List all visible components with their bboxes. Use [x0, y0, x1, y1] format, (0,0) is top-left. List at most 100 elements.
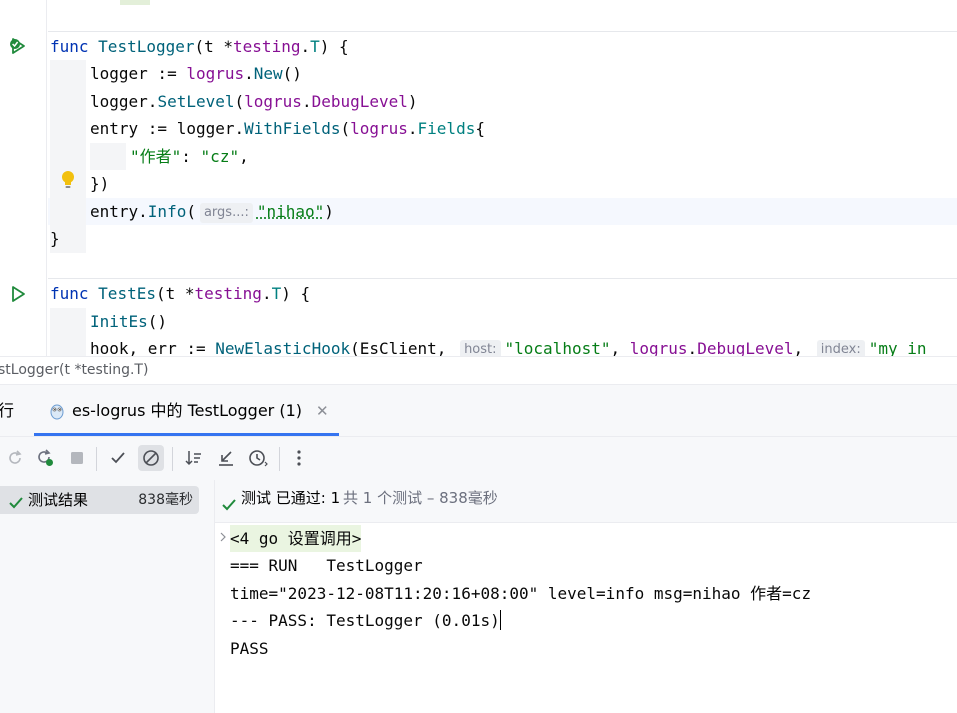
function-call: InitEs — [90, 312, 148, 331]
function-name: TestEs — [98, 284, 156, 303]
code-text: entry := logger. — [90, 119, 245, 138]
code-text: logger := — [90, 64, 187, 83]
toolbar-separator — [172, 447, 173, 471]
package-name: logrus — [244, 92, 302, 111]
import-tests-icon[interactable] — [213, 445, 239, 471]
code-line: entry := logger.WithFields(logrus.Fields… — [90, 115, 485, 142]
code-text: (t * — [155, 284, 195, 303]
code-text: ) — [407, 92, 418, 111]
parameter-hint: host: — [460, 340, 501, 356]
string-literal: "作者" — [130, 147, 182, 166]
code-text: entry. — [90, 202, 148, 221]
package-name: logrus — [629, 339, 688, 356]
method-separator — [48, 278, 957, 279]
tab-run[interactable]: 行 — [0, 385, 14, 437]
code-line: func TestEs(t *testing.T) { — [50, 280, 310, 307]
more-options-icon[interactable] — [286, 445, 312, 471]
code-text: . — [300, 37, 311, 56]
string-literal: "my_in — [868, 339, 927, 356]
status-passed-text: 测试 已通过: 1 — [241, 489, 341, 507]
code-text: () — [282, 64, 302, 83]
show-passed-icon[interactable] — [105, 445, 131, 471]
code-line: }) — [90, 170, 109, 197]
rerun-failed-icon[interactable] — [32, 445, 58, 471]
breadcrumb[interactable]: stLogger(t *testing.T) — [0, 356, 957, 384]
history-icon[interactable] — [245, 445, 271, 471]
parameter-hint: index: — [816, 340, 865, 356]
tab-label: 行 — [0, 401, 15, 420]
code-line: logger := logrus.New() — [90, 60, 302, 87]
type-name: Fields — [417, 119, 476, 138]
function-call: New — [253, 64, 283, 83]
code-text: . — [301, 92, 312, 111]
function-call: Info — [147, 202, 187, 221]
code-text: , — [239, 147, 249, 166]
code-text: (EsClient, — [350, 339, 457, 356]
code-line: logger.SetLevel(logrus.DebugLevel) — [90, 88, 418, 115]
code-text: (t * — [194, 37, 234, 56]
indent-guide — [50, 308, 86, 356]
code-text: : — [181, 147, 201, 166]
code-line: entry.Info(args...: "nihao") — [90, 198, 334, 225]
parameter-hint: args...: — [199, 203, 253, 223]
tab-test-logger[interactable]: es-logrus 中的 TestLogger (1) ✕ — [48, 385, 329, 437]
test-results-tree: 测试结果 838毫秒 — [0, 480, 215, 713]
passed-check-icon — [8, 492, 24, 520]
show-ignored-icon[interactable] — [138, 445, 164, 471]
chevron-right-icon[interactable] — [217, 529, 229, 548]
passed-check-icon — [221, 490, 237, 526]
type-name: T — [310, 37, 320, 56]
tree-item-duration: 838毫秒 — [138, 492, 193, 508]
sort-icon[interactable] — [181, 445, 207, 471]
method-separator — [48, 31, 957, 32]
code-text: . — [407, 119, 418, 138]
code-line: "作者": "cz", — [130, 143, 249, 170]
run-toolbar — [0, 436, 957, 481]
indent-guide — [90, 143, 126, 170]
close-icon[interactable]: ✕ — [316, 385, 329, 437]
type-name: T — [271, 284, 282, 303]
constant-name: DebugLevel — [697, 339, 794, 356]
code-line: func TestLogger(t *testing.T) { — [50, 33, 349, 60]
console-line: --- PASS: TestLogger (0.01s) — [230, 607, 501, 634]
code-text: ) { — [281, 284, 311, 303]
run-tool-window-tabs: 行 es-logrus 中的 TestLogger (1) ✕ — [0, 384, 957, 437]
test-status-bar: 测试 已通过: 1 共 1 个测试 – 838毫秒 — [215, 480, 957, 523]
tree-item-test-results[interactable]: 测试结果 838毫秒 — [0, 486, 199, 514]
string-literal: "localhost" — [504, 339, 611, 356]
code-text: . — [687, 339, 698, 356]
code-editor[interactable]: func TestLogger(t *testing.T) { logger :… — [0, 0, 957, 356]
package-name: logrus — [350, 119, 408, 138]
function-name: TestLogger — [98, 37, 195, 56]
code-line: InitEs() — [90, 308, 167, 335]
package-name: testing — [194, 284, 262, 303]
string-literal: "cz" — [200, 147, 240, 166]
stop-icon[interactable] — [64, 445, 90, 471]
console-line: === RUN TestLogger — [230, 556, 423, 575]
keyword: func — [50, 37, 89, 56]
code-text: . — [244, 64, 254, 83]
code-text: ) { — [319, 37, 349, 56]
run-test-passed-icon[interactable] — [8, 36, 28, 60]
console-line: time="2023-12-08T11:20:16+08:00" level=i… — [230, 584, 812, 603]
code-line: } — [50, 225, 60, 252]
code-text: ) — [324, 202, 334, 221]
code-text: hook, err := — [90, 339, 216, 356]
gutter-divider — [46, 0, 47, 356]
code-line: hook, err := NewElasticHook(EsClient, ho… — [90, 335, 927, 356]
rerun-icon[interactable] — [2, 445, 28, 471]
package-name: logrus — [186, 64, 245, 83]
change-marker — [120, 0, 150, 5]
console-line: PASS — [230, 639, 269, 658]
string-literal: "nihao" — [256, 202, 325, 221]
console-output[interactable]: <4 go 设置调用> === RUN TestLogger time="202… — [215, 523, 957, 713]
lightbulb-icon[interactable] — [59, 170, 77, 194]
breadcrumb-item[interactable]: stLogger(t *testing.T) — [0, 357, 148, 384]
code-text: { — [475, 119, 485, 138]
code-text: ( — [234, 92, 245, 111]
console-folded-line[interactable]: <4 go 设置调用> — [230, 525, 362, 552]
run-test-icon[interactable] — [8, 284, 28, 308]
code-text: }) — [90, 174, 110, 193]
function-call: SetLevel — [157, 92, 235, 111]
constant-name: DebugLevel — [311, 92, 408, 111]
